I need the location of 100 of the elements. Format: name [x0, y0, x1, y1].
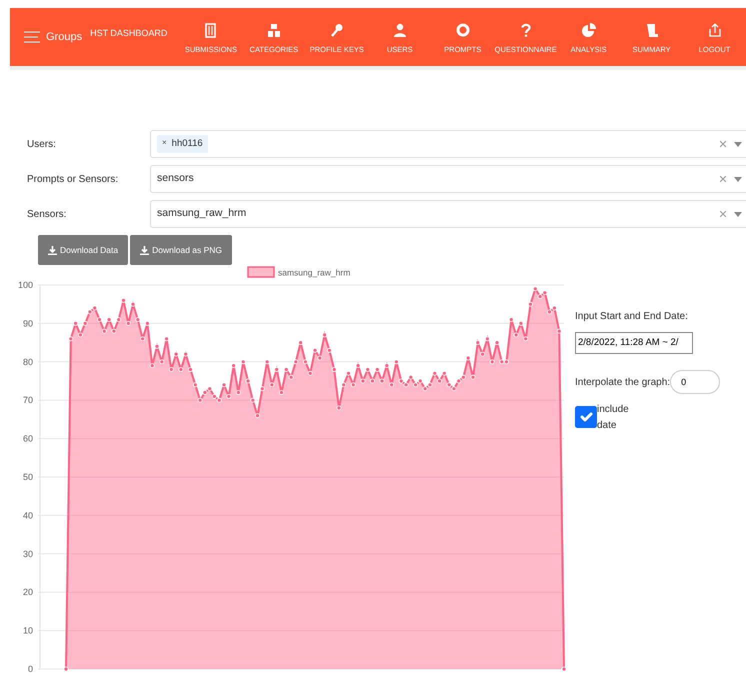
data-point	[356, 363, 360, 368]
axis-tick-label: 50	[22, 472, 33, 482]
caret-icon[interactable]	[734, 176, 742, 182]
question-icon	[518, 22, 533, 38]
data-point	[183, 352, 188, 356]
data-point	[350, 382, 356, 388]
data-point	[332, 367, 337, 372]
data-point	[437, 378, 442, 384]
data-point	[250, 398, 256, 403]
data-point	[240, 359, 246, 364]
data-point	[231, 363, 236, 368]
axis-tick-label: 40	[22, 510, 33, 520]
data-point	[518, 321, 524, 326]
data-point	[317, 356, 322, 360]
field-label: Input Start and End Date:	[575, 310, 689, 324]
data-point	[528, 302, 533, 307]
axis-tick-label: 30	[22, 548, 33, 559]
data-point	[126, 321, 131, 326]
data-point	[178, 367, 184, 372]
data-point	[264, 359, 270, 364]
data-point	[394, 359, 399, 364]
axis-tick-label: 0	[28, 664, 33, 674]
legend-label[interactable]: samsung_raw_hrm	[278, 268, 350, 278]
download-icon	[48, 246, 57, 254]
legend-swatch[interactable]	[247, 266, 275, 278]
data-point	[102, 328, 107, 334]
pie-chart-icon	[582, 22, 596, 38]
boxes-icon	[266, 22, 281, 38]
data-point	[116, 317, 122, 322]
menu-icon	[24, 31, 40, 43]
data-point	[303, 359, 308, 364]
checkbox-label: include date	[597, 403, 630, 434]
data-point	[298, 340, 303, 345]
data-point	[365, 367, 370, 372]
include-date-checkbox[interactable]	[575, 406, 597, 428]
data-point	[159, 359, 164, 364]
axis-tick-label: 80	[22, 356, 33, 367]
data-point	[562, 666, 566, 672]
remove-tag-icon[interactable]: ×	[162, 136, 167, 152]
caret-icon[interactable]	[734, 142, 742, 146]
data-point	[236, 390, 241, 395]
axis-tick-label: 70	[22, 395, 33, 406]
data-point	[68, 336, 74, 342]
field-label: Sensors:	[26, 208, 68, 222]
clear-icon[interactable]	[720, 176, 726, 182]
axis-tick-label: 20	[22, 587, 33, 598]
data-point	[470, 374, 476, 380]
data-point	[322, 332, 327, 338]
brand-title[interactable]: HST DASHBOARD	[90, 27, 168, 41]
data-point	[168, 367, 174, 372]
caret-icon[interactable]	[734, 212, 742, 216]
data-point	[408, 374, 414, 380]
data-point	[260, 386, 265, 392]
interpolate-field[interactable]: 0	[670, 370, 720, 394]
clear-icon[interactable]	[720, 141, 726, 147]
select-field[interactable]: samsung_raw_hrm	[150, 200, 746, 228]
select-value: sensors	[157, 171, 194, 186]
data-point	[121, 298, 126, 303]
data-point	[226, 394, 232, 399]
data-point	[73, 321, 78, 326]
select-field[interactable]: sensors	[150, 165, 746, 193]
data-point	[336, 406, 342, 410]
data-point	[532, 286, 538, 292]
download-button[interactable]: Download Data	[38, 235, 128, 265]
data-point	[135, 317, 140, 322]
select-field[interactable]: × hh0116	[150, 130, 746, 158]
download-button[interactable]: Download as PNG	[130, 235, 232, 265]
data-point	[284, 367, 289, 372]
data-point	[64, 666, 68, 672]
circle-icon	[456, 22, 470, 38]
data-point	[255, 413, 260, 418]
field-label: Interpolate the graph:	[575, 376, 670, 390]
data-point	[154, 344, 160, 349]
data-point	[308, 370, 313, 376]
scroll-icon	[644, 22, 659, 38]
field-label: Prompts or Sensors:	[26, 172, 120, 186]
axis-tick-label: 60	[22, 434, 33, 444]
data-point	[188, 367, 193, 372]
data-point	[341, 382, 346, 388]
clear-icon[interactable]	[720, 211, 726, 217]
groups-menu-button[interactable]: Groups	[24, 28, 82, 46]
data-point	[97, 317, 102, 322]
data-point	[327, 348, 332, 353]
data-point	[130, 302, 136, 307]
data-point	[480, 352, 485, 356]
data-point	[198, 398, 202, 403]
data-point	[192, 382, 198, 388]
data-point	[145, 321, 150, 326]
data-point	[475, 340, 480, 345]
data-point	[556, 328, 562, 334]
data-point	[514, 332, 518, 338]
data-point	[222, 382, 226, 388]
key-icon	[330, 22, 344, 38]
data-point	[293, 359, 298, 364]
field-label: Users:	[26, 138, 57, 152]
date-range-field[interactable]: 2/8/2022, 11:28 AM ~ 2/	[575, 332, 693, 354]
data-point	[466, 356, 471, 360]
data-point	[270, 382, 274, 388]
tag-chip[interactable]: × hh0116	[157, 134, 208, 154]
share-icon	[708, 22, 722, 38]
